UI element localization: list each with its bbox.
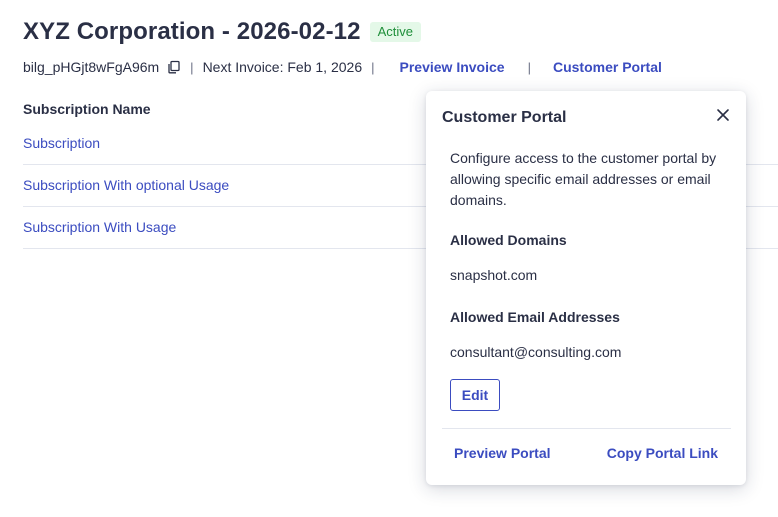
preview-invoice-link[interactable]: Preview Invoice xyxy=(400,59,505,75)
edit-button[interactable]: Edit xyxy=(450,379,500,411)
copy-portal-link[interactable]: Copy Portal Link xyxy=(607,445,718,461)
separator: | xyxy=(190,59,194,75)
next-invoice: Next Invoice: Feb 1, 2026 xyxy=(202,59,363,75)
popover-body: Configure access to the customer portal … xyxy=(450,148,732,411)
allowed-emails-value: consultant@consulting.com xyxy=(450,344,622,360)
allowed-emails-label: Allowed Email Addresses xyxy=(450,309,620,325)
preview-portal-link[interactable]: Preview Portal xyxy=(454,445,551,461)
subscription-link[interactable]: Subscription With Usage xyxy=(23,219,176,235)
allowed-domains-value: snapshot.com xyxy=(450,267,538,283)
customer-portal-link[interactable]: Customer Portal xyxy=(553,59,662,75)
separator: | xyxy=(527,59,531,75)
billing-id: bilg_pHGjt8wFgA96m xyxy=(23,59,160,75)
popover-description: Configure access to the customer portal … xyxy=(450,150,717,208)
status-badge: Active xyxy=(369,22,421,42)
popover-divider xyxy=(442,428,731,429)
allowed-domains-label: Allowed Domains xyxy=(450,232,567,248)
close-icon[interactable] xyxy=(716,108,730,122)
copy-icon-glyph xyxy=(168,60,180,74)
popover-title: Customer Portal xyxy=(442,109,567,126)
meta-row: bilg_pHGjt8wFgA96m | Next Invoice: Feb 1… xyxy=(23,58,662,76)
customer-portal-popover: Customer Portal Configure access to the … xyxy=(426,91,746,485)
header: XYZ Corporation - 2026-02-12 Active xyxy=(23,18,421,46)
copy-icon[interactable] xyxy=(167,60,181,74)
subscription-link[interactable]: Subscription xyxy=(23,135,100,151)
subscription-link[interactable]: Subscription With optional Usage xyxy=(23,177,229,193)
page: XYZ Corporation - 2026-02-12 Active bilg… xyxy=(0,0,778,517)
separator: | xyxy=(371,59,375,75)
page-title: XYZ Corporation - 2026-02-12 xyxy=(23,18,361,45)
